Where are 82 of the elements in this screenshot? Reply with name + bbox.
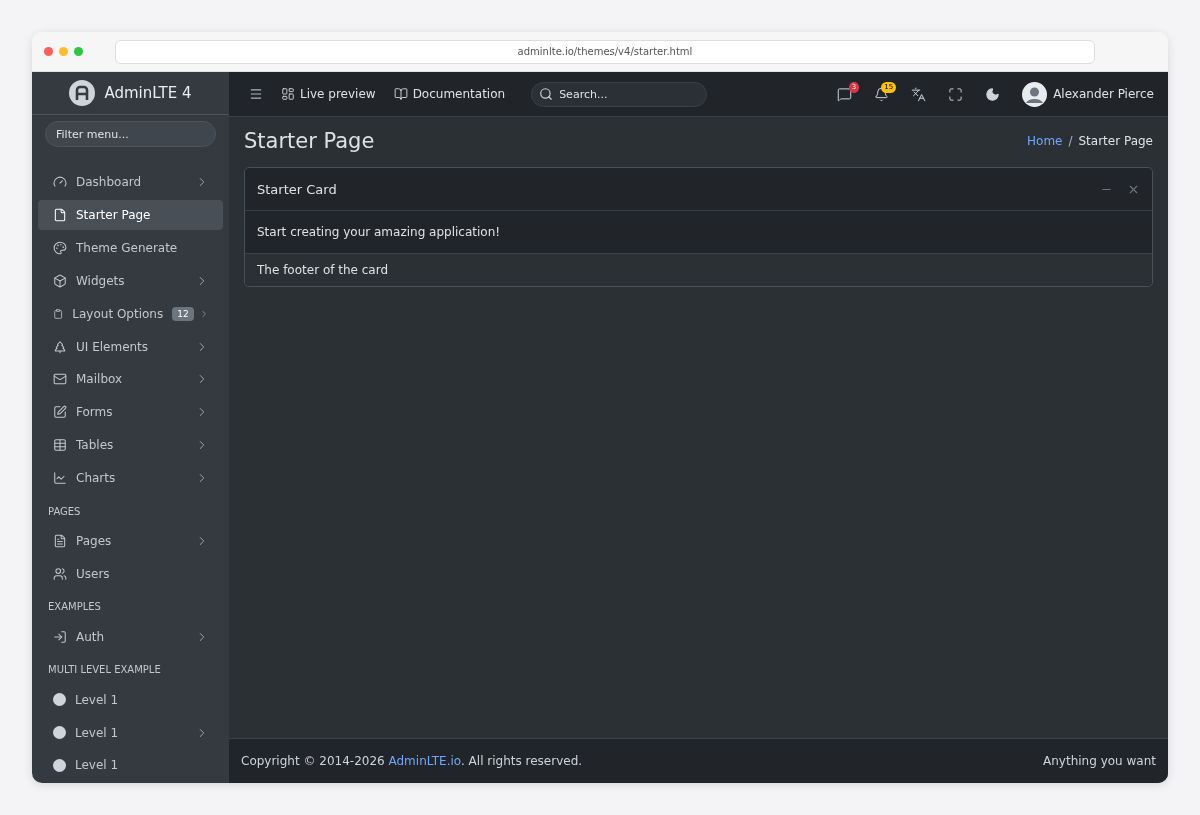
item-label: Level 1 [75,725,120,740]
box-icon [53,273,67,288]
sidebar-item[interactable]: Level 1 [38,684,223,716]
breadcrumb-current: Starter Page [1078,134,1153,148]
circle-icon [53,758,66,772]
pen-square-icon [53,405,67,420]
sidebar-item[interactable]: Mailbox [38,364,223,395]
gauge-icon [53,175,67,190]
item-label: Layout Options [72,306,164,321]
breadcrumb-separator: / [1068,134,1073,148]
sidebar-item[interactable]: Charts [38,462,223,494]
item-label: Theme Generate [76,240,179,255]
count-badge: 12 [172,306,194,321]
section-heading: MULTI LEVEL EXAMPLE [47,663,162,678]
chat-icon[interactable] [837,86,853,102]
item-label: Forms [76,405,114,420]
copyright-text: Copyright © 2014-2026 AdminLTE.io. All rights reserved. [241,754,583,768]
sidebar-item[interactable]: Forms [38,396,223,428]
menu-icon[interactable] [249,87,263,101]
translate-icon[interactable] [911,86,927,102]
sidebar-item[interactable]: Users [38,558,223,590]
nav-link[interactable]: Documentation [393,87,506,101]
sidebar-item[interactable]: Starter Page [38,199,223,231]
item-label: Tables [76,438,115,453]
item-label: Widgets [76,273,126,288]
breadcrumb-link[interactable]: Home [1027,134,1063,148]
user-name[interactable]: Alexander Pierce [1053,87,1154,101]
card-title: Starter Card [257,181,338,197]
brand-name[interactable]: AdminLTE 4 [104,84,192,103]
footer-note: Anything you want [1043,754,1156,768]
item-label: UI Elements [76,339,150,354]
circle-icon [53,693,66,707]
card-body-text: Start creating your amazing application! [257,225,501,239]
filter-field[interactable]: Filter menu... [45,121,216,147]
item-label: Starter Page [76,208,152,222]
search-icon [539,86,554,101]
sidebar-item[interactable]: UI Elements [38,331,223,362]
logo-icon [69,80,96,107]
sidebar-item[interactable]: Layout Options 12 [38,298,223,330]
sidebar-item[interactable]: Tables [38,429,223,461]
mail-icon [53,372,67,387]
sidebar-item[interactable]: Auth [38,621,223,653]
sidebar-item[interactable]: Dashboard [38,166,223,198]
fullscreen-icon[interactable] [948,86,964,102]
tree-icon [53,339,67,354]
item-label: Mailbox [76,372,124,387]
site-link[interactable]: AdminLTE.io [388,754,461,768]
item-label: Level 1 [75,692,120,707]
close-dot[interactable] [44,47,53,56]
login-icon [53,629,67,644]
book-icon [393,87,408,101]
sidebar-item[interactable]: Pages [38,525,223,557]
card-footer-text: The footer of the card [257,263,389,277]
item-label: Auth [76,629,106,644]
item-label: Charts [76,471,117,486]
sidebar-item[interactable]: Level 1 [38,750,223,781]
minimize-dot[interactable] [59,47,68,56]
clipboard-icon [53,306,64,321]
sidebar-item[interactable]: Level 1 [38,717,223,748]
moon-icon[interactable] [985,86,1001,102]
file-icon [53,208,67,222]
item-label: Users [76,566,111,581]
table-icon [53,438,67,453]
zoom-dot[interactable] [74,47,83,56]
document-icon [53,534,67,548]
item-label: Pages [76,534,113,548]
item-label: Level 1 [75,758,120,773]
page-title: Starter Page [244,129,375,153]
users-icon [53,566,67,581]
line-chart-icon [53,471,67,486]
circle-icon [53,726,66,740]
palette-icon [53,240,67,255]
layout-icon [281,87,295,101]
address-bar[interactable]: adminlte.io/themes/v4/starter.html [115,39,1095,64]
search-field[interactable]: Search... [531,81,708,107]
nav-link[interactable]: Live preview [281,87,376,101]
section-heading: EXAMPLES [47,600,102,615]
section-heading: PAGES [47,504,82,519]
avatar[interactable] [1022,81,1048,107]
item-label: Dashboard [76,175,143,190]
sidebar-item[interactable]: Widgets [38,265,223,297]
sidebar-item[interactable]: Theme Generate [38,232,223,264]
